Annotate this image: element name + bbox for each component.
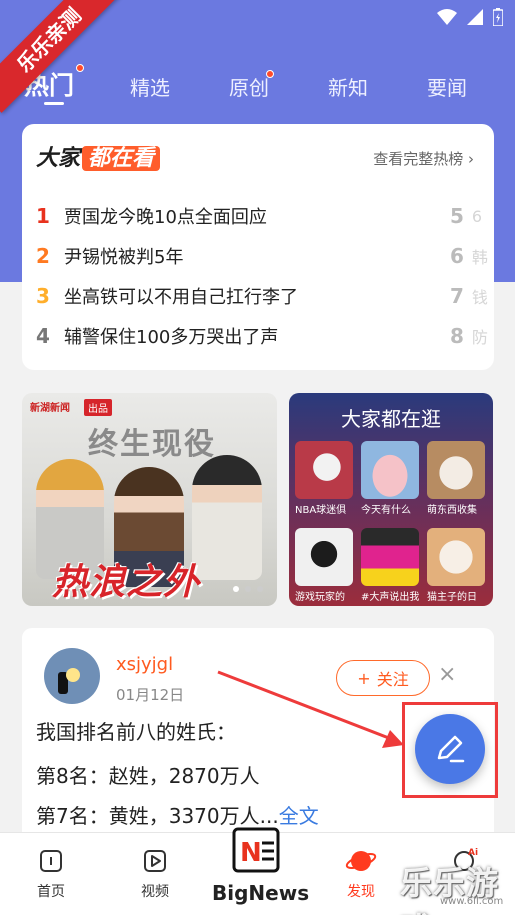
channel-tabs: 热门 精选 原创 新知 要闻 — [0, 60, 515, 108]
bignews-label: BigNews — [212, 881, 310, 905]
browse-label: 今天有什么 — [361, 505, 411, 516]
bignews-button[interactable]: N BigNews — [212, 825, 310, 905]
bignews-logo-icon: N — [232, 827, 280, 873]
nav-video-label: 视频 — [141, 884, 169, 900]
nav-home[interactable]: 首页 — [16, 847, 86, 901]
browse-thumb — [427, 441, 485, 499]
browse-thumb — [295, 441, 353, 499]
banner-source: 新湖新闻 — [30, 403, 70, 414]
post-date: 01月12日 — [116, 686, 185, 704]
hot-text: 6 — [471, 206, 483, 226]
hot-item-partial[interactable]: 7钱 — [450, 276, 494, 316]
planet-icon — [345, 851, 377, 871]
video-icon — [144, 850, 166, 872]
carousel-dots — [233, 586, 263, 592]
hot-text: 贾国龙今晚10点全面回应 — [64, 207, 267, 228]
hot-title-prefix: 大家 — [36, 146, 81, 171]
hot-list-card: 大家 都在看 查看完整热榜 › 1 贾国龙今晚10点全面回应 2 尹锡悦被判5年 … — [22, 124, 494, 370]
hot-rank: 4 — [36, 324, 50, 348]
avatar[interactable] — [44, 648, 100, 704]
hot-rank: 5 — [450, 204, 464, 228]
hot-text: 钱 — [471, 288, 488, 307]
home-icon — [40, 850, 62, 872]
pencil-icon — [437, 735, 465, 763]
close-icon[interactable]: × — [438, 662, 456, 687]
hot-item-partial[interactable]: 6韩 — [450, 236, 494, 276]
hot-rank: 8 — [450, 324, 464, 348]
hot-item-partial[interactable]: 56 — [450, 196, 494, 236]
follow-label: 关注 — [376, 670, 409, 689]
hot-title-highlight: 都在看 — [82, 146, 161, 171]
site-watermark-url: www.6ll.com — [440, 896, 504, 907]
compose-button[interactable] — [415, 714, 485, 784]
hot-text: 尹锡悦被判5年 — [64, 247, 184, 268]
svg-text:N: N — [240, 838, 262, 868]
banner-person-right — [192, 455, 262, 580]
browse-label: 游戏玩家的 — [295, 592, 345, 603]
browse-label: 猫主子的日 — [427, 592, 477, 603]
tab-underline — [44, 102, 64, 105]
hot-rank: 2 — [36, 244, 50, 268]
hot-text: 坐高铁可以不用自己扛行李了 — [64, 287, 298, 308]
battery-icon — [493, 8, 503, 26]
hot-text: 防 — [471, 328, 488, 347]
promo-banner[interactable]: 新湖新闻 出品 终生现役 热浪之外 — [22, 393, 277, 606]
hot-rank: 3 — [36, 284, 50, 308]
hot-item[interactable]: 4 辅警保住100多万哭出了声 — [36, 316, 456, 356]
chevron-right-icon: › — [468, 150, 474, 168]
wifi-icon — [437, 9, 457, 25]
tab-featured[interactable]: 精选 — [130, 72, 170, 101]
banner-logo: 热浪之外 — [52, 562, 201, 603]
hot-title: 大家 都在看 — [36, 140, 161, 172]
tab-hot-dot — [76, 64, 84, 72]
browse-thumb — [361, 528, 419, 586]
svg-text:Ai: Ai — [468, 848, 478, 858]
browse-item[interactable]: NBA球迷俱 — [295, 441, 353, 516]
nav-home-label: 首页 — [37, 884, 65, 900]
hot-item[interactable]: 3 坐高铁可以不用自己扛行李了 — [36, 276, 456, 316]
username[interactable]: xsjyjgl — [116, 654, 173, 675]
banner-title: 终生现役 — [88, 427, 216, 462]
nav-discover-label: 发现 — [347, 884, 375, 900]
browse-item[interactable]: 游戏玩家的 — [295, 528, 353, 603]
hot-item-partial[interactable]: 8防 — [450, 316, 494, 356]
browse-card: 大家都在逛 NBA球迷俱 今天有什么 萌东西收集 游戏玩家的 #大声说出我 猫主… — [289, 393, 493, 606]
browse-thumb — [361, 441, 419, 499]
hot-item[interactable]: 1 贾国龙今晚10点全面回应 — [36, 196, 456, 236]
browse-thumb — [295, 528, 353, 586]
view-full-ranking-link[interactable]: 查看完整热榜 › — [373, 148, 474, 169]
browse-item[interactable]: 今天有什么 — [361, 441, 419, 516]
browse-item[interactable]: #大声说出我 — [361, 528, 419, 603]
nav-discover[interactable]: 发现 — [326, 847, 396, 901]
browse-item[interactable]: 猫主子的日 — [427, 528, 485, 603]
hot-rank: 7 — [450, 284, 464, 308]
browse-label: #大声说出我 — [361, 592, 419, 603]
hot-rank: 6 — [450, 244, 464, 268]
post-text-line: 第8名：赵姓，2870万人 — [36, 764, 260, 788]
avatar-glow — [66, 668, 80, 682]
signal-icon — [467, 9, 483, 25]
hot-text: 韩 — [471, 248, 488, 267]
view-full-ranking-label: 查看完整热榜 — [373, 150, 464, 168]
follow-button[interactable]: + 关注 — [336, 660, 430, 696]
tab-headlines[interactable]: 要闻 — [427, 72, 467, 101]
post-text-line: 我国排名前八的姓氏： — [36, 720, 236, 744]
browse-grid: NBA球迷俱 今天有什么 萌东西收集 游戏玩家的 #大声说出我 猫主子的日 — [295, 441, 489, 603]
browse-label: NBA球迷俱 — [295, 505, 347, 516]
browse-thumb — [427, 528, 485, 586]
tab-knowledge[interactable]: 新知 — [328, 72, 368, 101]
hot-text: 辅警保住100多万哭出了声 — [64, 327, 279, 348]
browse-item[interactable]: 萌东西收集 — [427, 441, 485, 516]
browse-label: 萌东西收集 — [427, 505, 477, 516]
browse-title: 大家都在逛 — [341, 407, 441, 431]
hot-item[interactable]: 2 尹锡悦被判5年 — [36, 236, 456, 276]
nav-video[interactable]: 视频 — [120, 847, 190, 901]
hot-rank: 1 — [36, 204, 50, 228]
tab-original[interactable]: 原创 — [229, 72, 269, 101]
banner-tag: 出品 — [84, 399, 112, 416]
tab-original-dot — [266, 70, 274, 78]
plus-icon: + — [357, 668, 371, 688]
